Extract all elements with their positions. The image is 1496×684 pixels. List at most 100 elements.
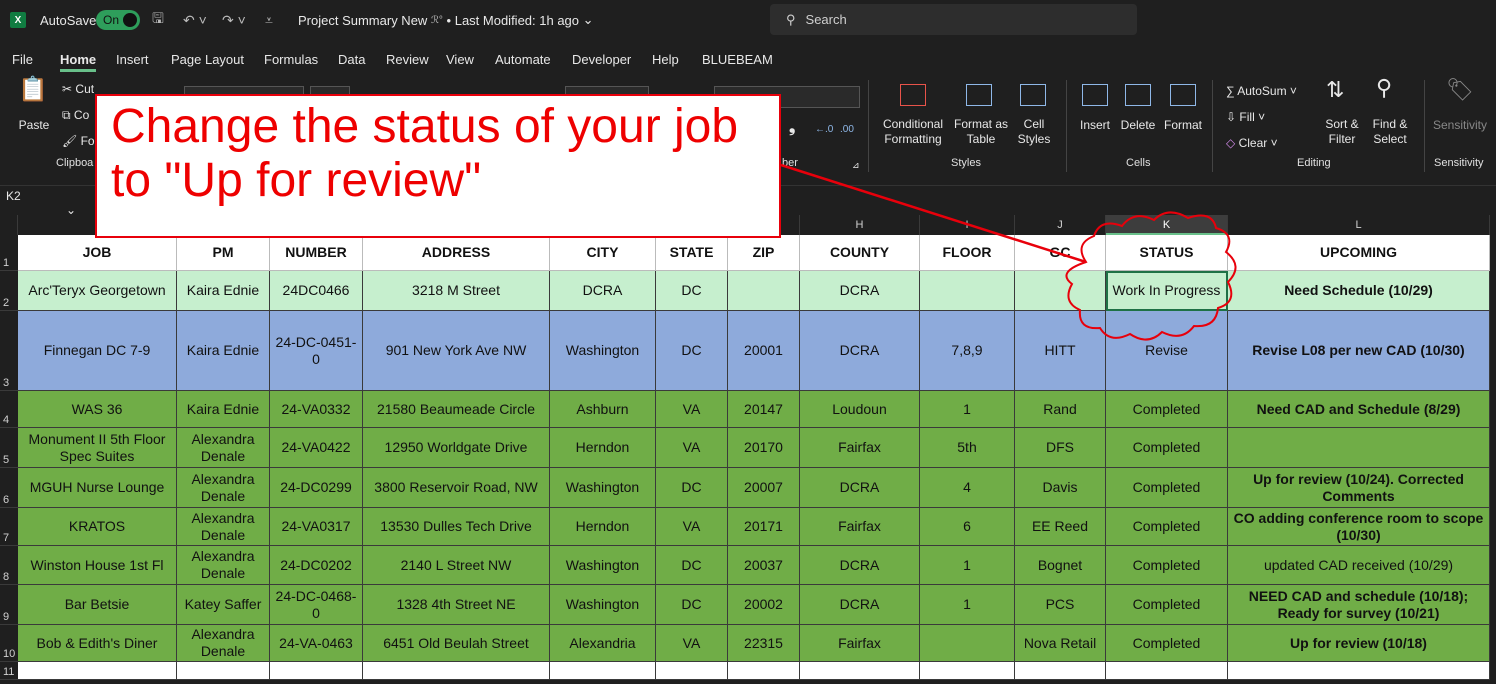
- status-cell[interactable]: Completed: [1106, 546, 1228, 585]
- table-cell[interactable]: KRATOS: [18, 508, 177, 546]
- table-cell[interactable]: DCRA: [800, 311, 920, 391]
- dialog-launcher-icon[interactable]: ⊿: [852, 158, 860, 173]
- table-cell[interactable]: Kaira Ednie: [177, 311, 270, 391]
- table-cell[interactable]: VA: [656, 625, 728, 662]
- table-cell[interactable]: Herndon: [550, 508, 656, 546]
- redo-icon[interactable]: ↷ ˅: [222, 0, 246, 40]
- table-cell[interactable]: DCRA: [550, 271, 656, 311]
- header-cell[interactable]: NUMBER: [270, 235, 363, 271]
- status-cell[interactable]: Completed: [1106, 508, 1228, 546]
- table-cell[interactable]: [1228, 428, 1490, 468]
- tab-developer[interactable]: Developer: [572, 52, 631, 67]
- table-cell[interactable]: NEED CAD and schedule (10/18); Ready for…: [1228, 585, 1490, 625]
- table-cell[interactable]: 24-VA0332: [270, 391, 363, 428]
- sort-filter-button[interactable]: Sort & Filter: [1318, 117, 1366, 147]
- table-cell[interactable]: Alexandra Denale: [177, 508, 270, 546]
- header-cell[interactable]: FLOOR: [920, 235, 1015, 271]
- cut-button[interactable]: ✂ Cut: [62, 82, 94, 97]
- cell-styles-button[interactable]: Cell Styles: [1012, 117, 1056, 147]
- empty-cell[interactable]: [550, 662, 656, 680]
- table-cell[interactable]: 4: [920, 468, 1015, 508]
- table-cell[interactable]: 1: [920, 585, 1015, 625]
- table-cell[interactable]: 7,8,9: [920, 311, 1015, 391]
- table-cell[interactable]: 12950 Worldgate Drive: [363, 428, 550, 468]
- autosave-toggle[interactable]: On: [96, 10, 140, 30]
- header-cell[interactable]: STATE: [656, 235, 728, 271]
- status-cell[interactable]: Completed: [1106, 625, 1228, 662]
- table-cell[interactable]: 20171: [728, 508, 800, 546]
- empty-cell[interactable]: [1228, 662, 1490, 680]
- table-cell[interactable]: 1: [920, 391, 1015, 428]
- clear-button[interactable]: ◇ Clear ˅: [1226, 136, 1278, 151]
- empty-cell[interactable]: [728, 662, 800, 680]
- row-header[interactable]: 11: [0, 662, 18, 680]
- table-cell[interactable]: Alexandra Denale: [177, 428, 270, 468]
- table-cell[interactable]: Davis: [1015, 468, 1106, 508]
- table-cell[interactable]: Winston House 1st Fl: [18, 546, 177, 585]
- table-cell[interactable]: updated CAD received (10/29): [1228, 546, 1490, 585]
- empty-cell[interactable]: [363, 662, 550, 680]
- table-cell[interactable]: 901 New York Ave NW: [363, 311, 550, 391]
- table-cell[interactable]: DFS: [1015, 428, 1106, 468]
- table-cell[interactable]: VA: [656, 391, 728, 428]
- table-cell[interactable]: Bob & Edith's Diner: [18, 625, 177, 662]
- decrease-decimal-icon[interactable]: .00: [840, 122, 854, 137]
- table-cell[interactable]: 24-DC0299: [270, 468, 363, 508]
- table-cell[interactable]: 3218 M Street: [363, 271, 550, 311]
- row-header[interactable]: 8: [0, 546, 18, 585]
- table-cell[interactable]: [728, 271, 800, 311]
- table-cell[interactable]: Need Schedule (10/29): [1228, 271, 1490, 311]
- row-header[interactable]: 4: [0, 391, 18, 428]
- table-cell[interactable]: 24-DC-0451-0: [270, 311, 363, 391]
- comma-style-icon[interactable]: ❟: [789, 120, 795, 136]
- table-cell[interactable]: Katey Saffer: [177, 585, 270, 625]
- row-header[interactable]: 10: [0, 625, 18, 662]
- table-cell[interactable]: Alexandra Denale: [177, 468, 270, 508]
- format-button[interactable]: Format: [1162, 118, 1204, 133]
- sensitivity-button[interactable]: Sensitivity: [1430, 118, 1490, 133]
- insert-button[interactable]: Insert: [1076, 118, 1114, 133]
- empty-cell[interactable]: [656, 662, 728, 680]
- header-cell[interactable]: CITY: [550, 235, 656, 271]
- table-cell[interactable]: 24-VA-0463: [270, 625, 363, 662]
- table-cell[interactable]: Alexandria: [550, 625, 656, 662]
- table-cell[interactable]: DC: [656, 311, 728, 391]
- table-cell[interactable]: 6451 Old Beulah Street: [363, 625, 550, 662]
- table-cell[interactable]: 24-DC0202: [270, 546, 363, 585]
- table-cell[interactable]: VA: [656, 428, 728, 468]
- select-all-corner[interactable]: [0, 215, 18, 235]
- table-cell[interactable]: Washington: [550, 468, 656, 508]
- tab-review[interactable]: Review: [386, 52, 429, 67]
- copy-button[interactable]: ⧉ Co: [62, 108, 89, 123]
- empty-cell[interactable]: [18, 662, 177, 680]
- table-cell[interactable]: DC: [656, 546, 728, 585]
- tab-automate[interactable]: Automate: [495, 52, 551, 67]
- empty-cell[interactable]: [270, 662, 363, 680]
- table-cell[interactable]: 5th: [920, 428, 1015, 468]
- table-cell[interactable]: DCRA: [800, 546, 920, 585]
- column-header[interactable]: H: [800, 215, 920, 235]
- empty-cell[interactable]: [1106, 662, 1228, 680]
- format-as-table-button[interactable]: Format as Table: [950, 117, 1012, 147]
- header-cell[interactable]: STATUS: [1106, 235, 1228, 271]
- table-cell[interactable]: DC: [656, 468, 728, 508]
- tab-formulas[interactable]: Formulas: [264, 52, 318, 67]
- table-cell[interactable]: HITT: [1015, 311, 1106, 391]
- document-title[interactable]: Project Summary New ℛ° • Last Modified: …: [298, 0, 594, 40]
- row-header[interactable]: 2: [0, 271, 18, 311]
- table-cell[interactable]: Monument II 5th Floor Spec Suites: [18, 428, 177, 468]
- table-cell[interactable]: [920, 625, 1015, 662]
- status-cell[interactable]: Revise: [1106, 311, 1228, 391]
- table-cell[interactable]: DC: [656, 271, 728, 311]
- table-cell[interactable]: 20001: [728, 311, 800, 391]
- tab-view[interactable]: View: [446, 52, 474, 67]
- table-cell[interactable]: Kaira Ednie: [177, 391, 270, 428]
- table-cell[interactable]: Fairfax: [800, 625, 920, 662]
- row-header[interactable]: 6: [0, 468, 18, 508]
- table-cell[interactable]: VA: [656, 508, 728, 546]
- column-header[interactable]: I: [920, 215, 1015, 235]
- table-cell[interactable]: Washington: [550, 585, 656, 625]
- table-cell[interactable]: Arc'Teryx Georgetown: [18, 271, 177, 311]
- row-header[interactable]: 9: [0, 585, 18, 625]
- table-cell[interactable]: Washington: [550, 546, 656, 585]
